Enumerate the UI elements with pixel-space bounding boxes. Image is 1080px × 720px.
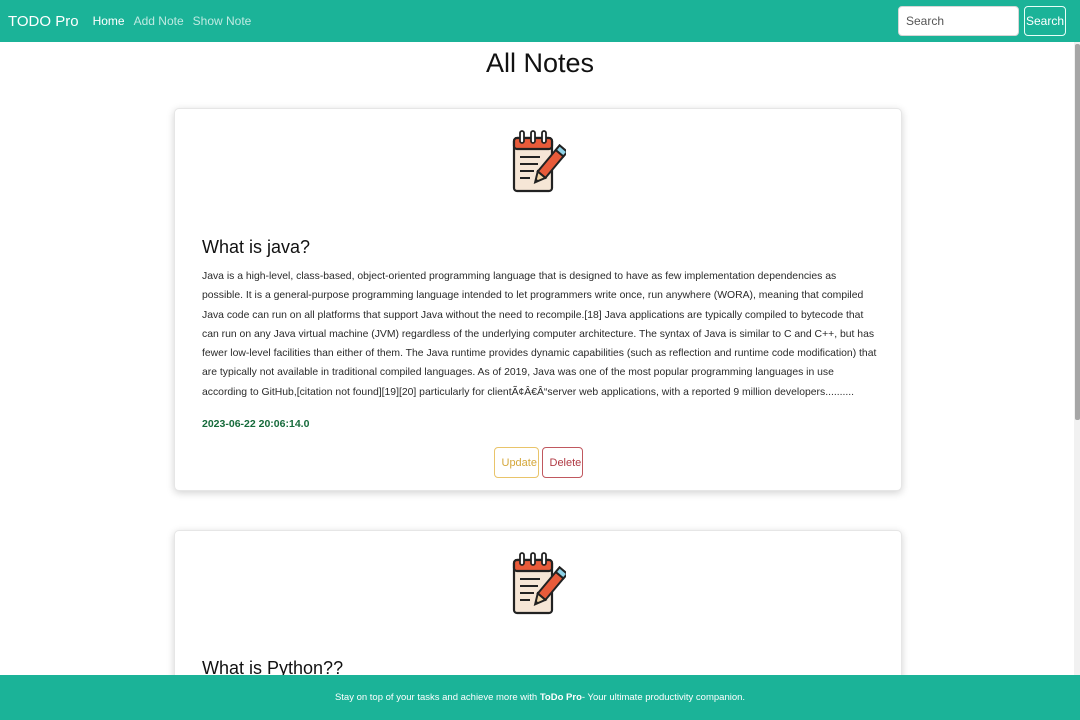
nav-link-home[interactable]: Home — [93, 14, 125, 28]
note-date: 2023-06-22 20:06:14.0 — [202, 418, 310, 430]
notepad-pencil-icon — [512, 130, 566, 193]
note-title: What is java? — [202, 237, 311, 257]
footer-brand: ToDo Pro — [539, 692, 582, 703]
update-button[interactable]: Update — [493, 447, 539, 478]
search-form: Search — [898, 6, 1072, 36]
note-actions: Update Delete — [175, 447, 901, 478]
delete-button[interactable]: Delete — [541, 447, 583, 478]
notepad-pencil-icon — [512, 552, 566, 615]
page-title: All Notes — [485, 48, 595, 78]
navbar: TODO Pro Home Add Note Show Note Search — [0, 0, 1080, 42]
scrollbar-thumb[interactable] — [1075, 44, 1080, 420]
note-card: What is java? Java is a high-level, clas… — [174, 108, 902, 491]
search-input[interactable] — [898, 6, 1019, 36]
nav-link-show-note[interactable]: Show Note — [193, 14, 252, 28]
footer: Stay on top of your tasks and achieve mo… — [0, 675, 1080, 720]
footer-text-after: - Your ultimate productivity companion. — [581, 692, 746, 703]
search-button[interactable]: Search — [1024, 6, 1066, 36]
nav-link-add-note[interactable]: Add Note — [134, 14, 184, 28]
footer-text-before: Stay on top of your tasks and achieve mo… — [334, 692, 538, 703]
note-content: Java is a high-level, class-based, objec… — [202, 271, 877, 398]
brand-logo[interactable]: TODO Pro — [8, 13, 79, 30]
